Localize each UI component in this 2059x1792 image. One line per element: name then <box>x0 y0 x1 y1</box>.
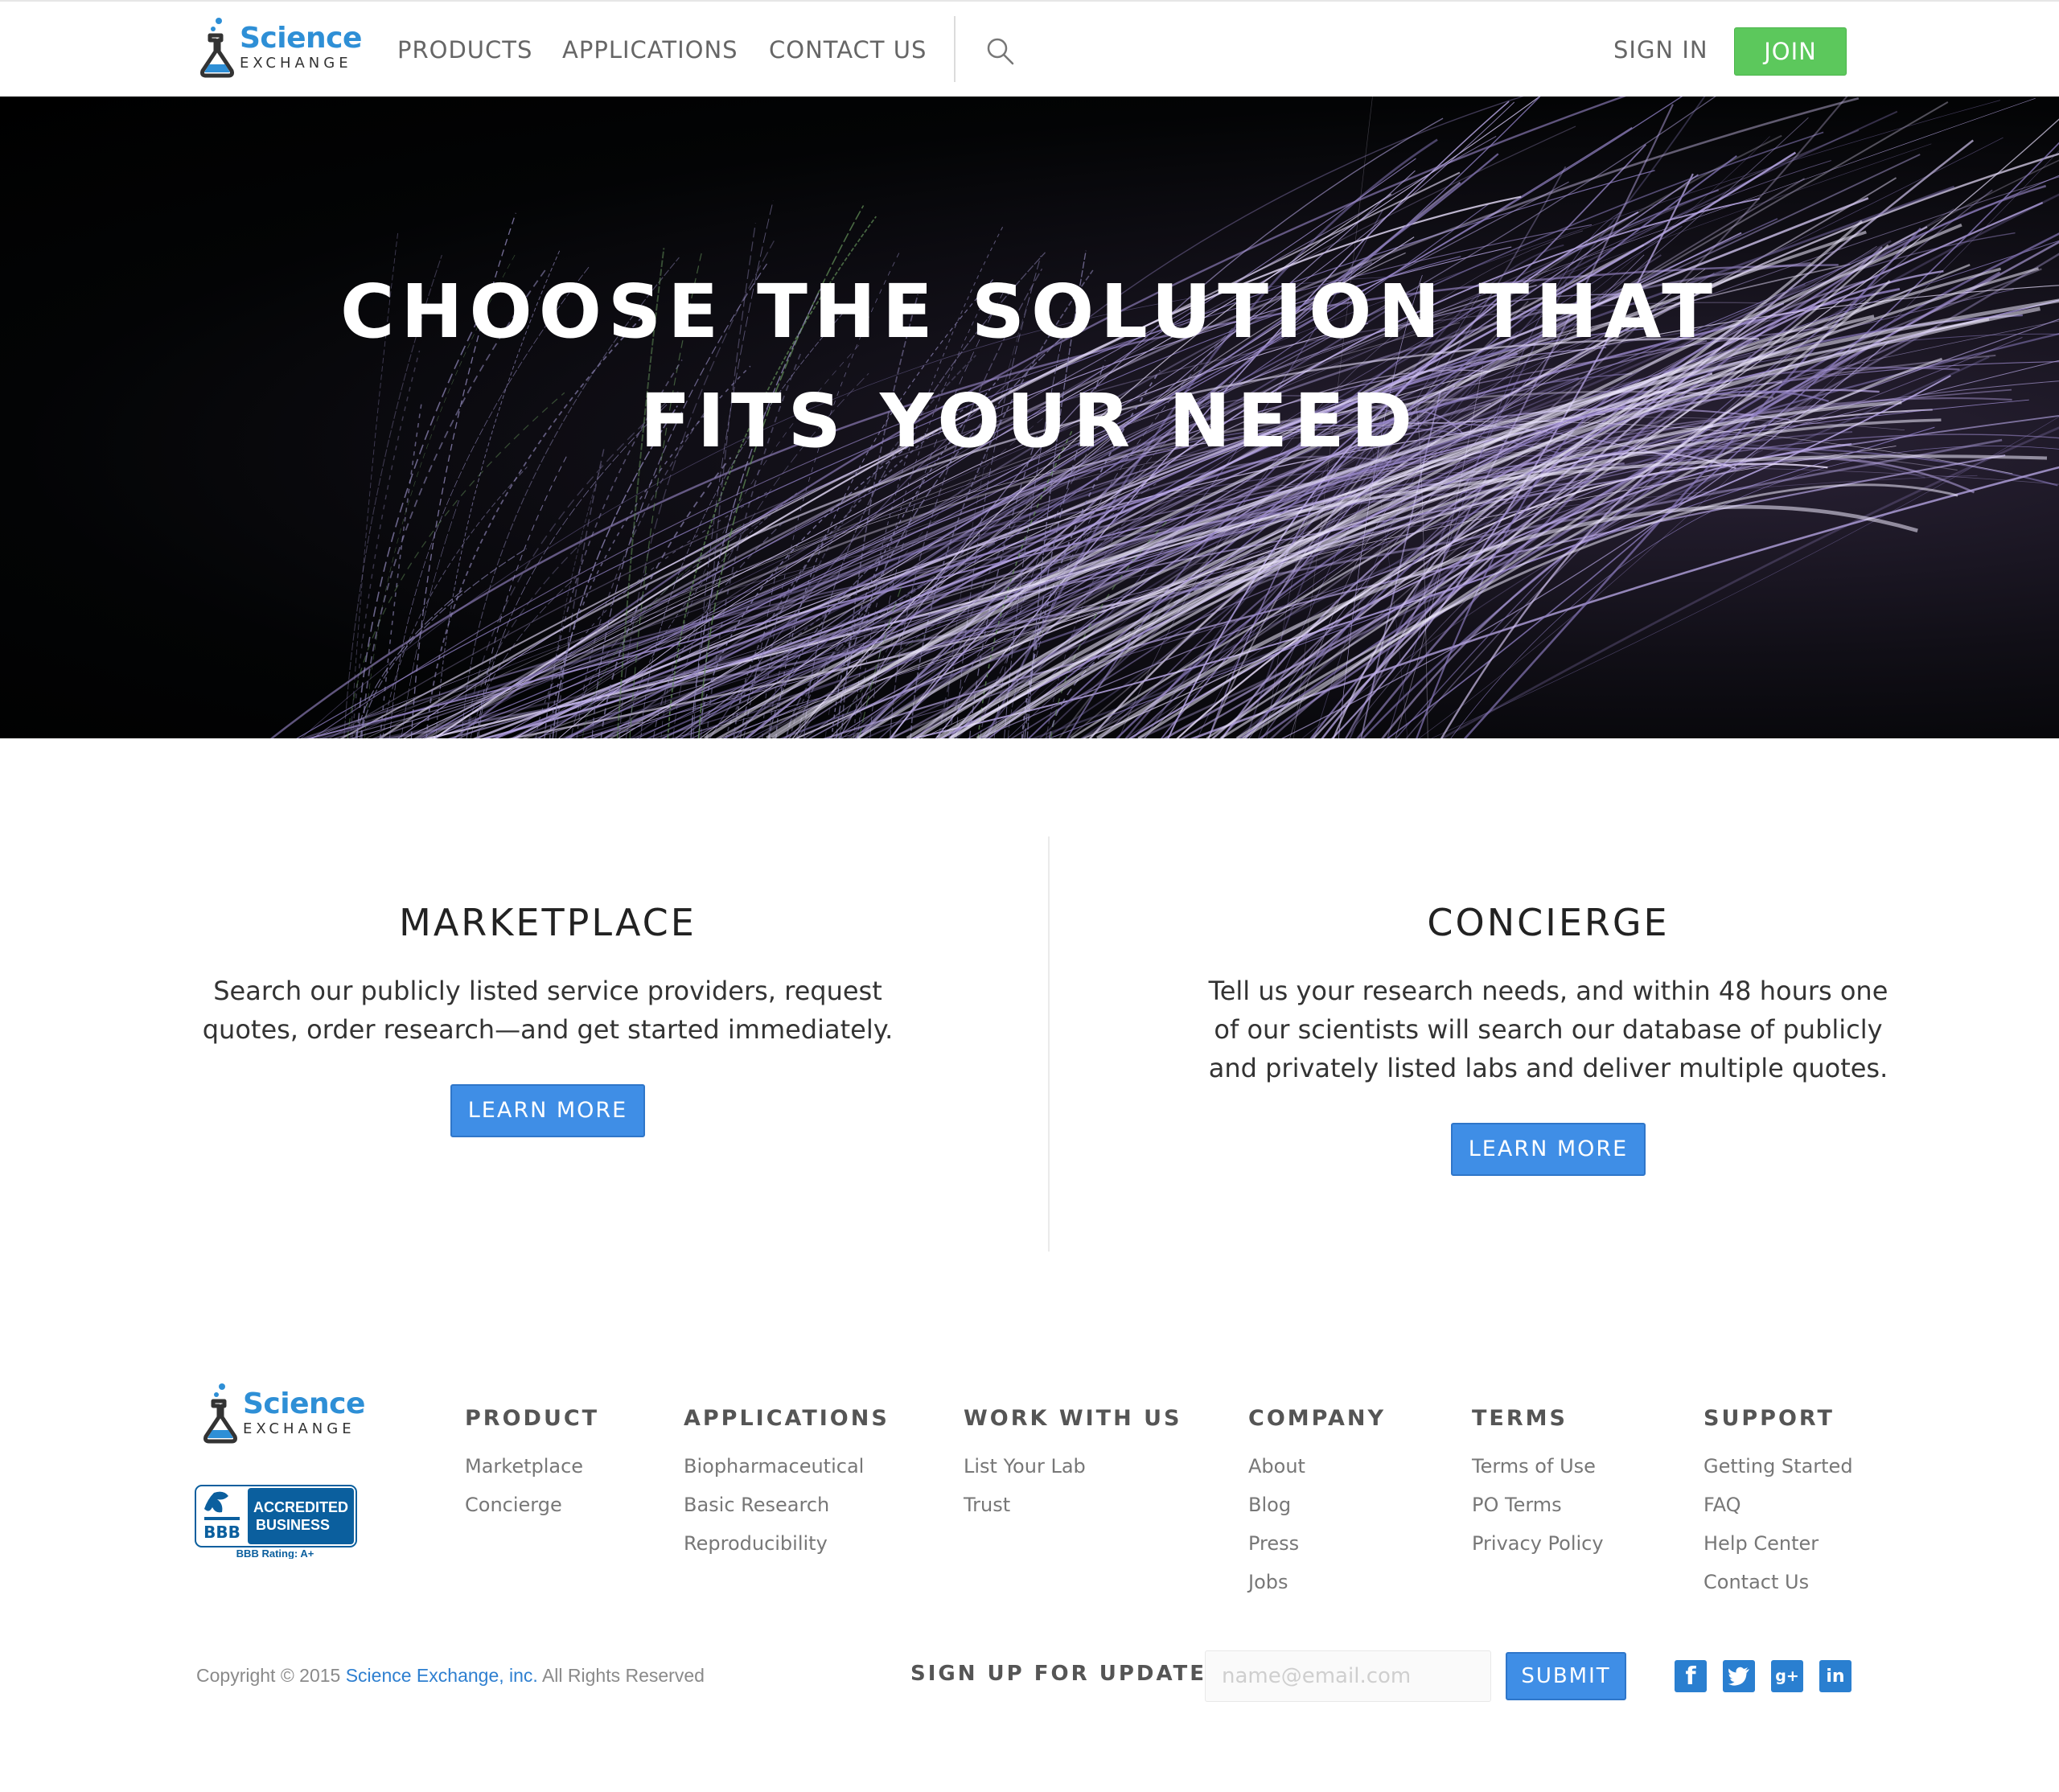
footer-column-support: SUPPORT Getting Started FAQ Help Center … <box>1704 1406 1853 1601</box>
marketplace-title: MARKETPLACE <box>399 901 697 944</box>
marketplace-section: MARKETPLACE Search our publicly listed s… <box>193 901 902 1137</box>
hero-title-line-2: FITS YOUR NEED <box>639 378 1420 464</box>
marketplace-learn-more-button[interactable]: LEARN MORE <box>450 1084 645 1137</box>
footer-link-press[interactable]: Press <box>1248 1524 1386 1563</box>
signup-label: SIGN UP FOR UPDATES <box>910 1662 1224 1686</box>
bbb-mark: BBB <box>203 1523 240 1542</box>
footer-link-terms-of-use[interactable]: Terms of Use <box>1472 1447 1604 1486</box>
footer-link-list-your-lab[interactable]: List Your Lab <box>964 1447 1182 1486</box>
logo-wordmark-exchange: EXCHANGE <box>240 55 352 72</box>
footer-link-biopharmaceutical[interactable]: Biopharmaceutical <box>684 1447 890 1486</box>
copyright-prefix: Copyright © 2015 <box>196 1665 341 1686</box>
concierge-section: CONCIERGE Tell us your research needs, a… <box>1194 901 1903 1176</box>
copyright-suffix: All Rights Reserved <box>541 1665 705 1686</box>
sign-in-link[interactable]: SIGN IN <box>1613 2 1708 98</box>
footer-column-company: COMPANY About Blog Press Jobs <box>1248 1406 1386 1601</box>
logo-wordmark-science: Science <box>243 1387 365 1420</box>
footer-heading-company: COMPANY <box>1248 1406 1386 1431</box>
footer-link-marketplace[interactable]: Marketplace <box>465 1447 599 1486</box>
footer-link-contact-us[interactable]: Contact Us <box>1704 1563 1853 1601</box>
footer-link-getting-started[interactable]: Getting Started <box>1704 1447 1853 1486</box>
hero-title: CHOOSE THE SOLUTION THAT FITS YOUR NEED <box>0 257 2059 476</box>
footer-heading-work-with-us: WORK WITH US <box>964 1406 1182 1431</box>
footer-link-basic-research[interactable]: Basic Research <box>684 1486 890 1524</box>
footer-column-work-with-us: WORK WITH US List Your Lab Trust <box>964 1406 1182 1524</box>
twitter-icon[interactable] <box>1723 1660 1755 1692</box>
footer-link-help-center[interactable]: Help Center <box>1704 1524 1853 1563</box>
nav-applications[interactable]: APPLICATIONS <box>562 36 738 64</box>
footer-heading-terms: TERMS <box>1472 1406 1568 1431</box>
newsletter-submit-button[interactable]: SUBMIT <box>1506 1652 1626 1700</box>
footer-column-product: PRODUCT Marketplace Concierge <box>465 1406 599 1524</box>
hero-title-line-1: CHOOSE THE SOLUTION THAT <box>340 269 1719 355</box>
concierge-title: CONCIERGE <box>1427 901 1670 944</box>
flask-icon <box>199 16 235 79</box>
flask-icon <box>203 1382 238 1445</box>
footer-link-po-terms[interactable]: PO Terms <box>1472 1486 1604 1524</box>
bbb-accredited-badge[interactable]: BBB ACCREDITED BUSINESS BBB Rating: A+ <box>195 1485 357 1560</box>
footer-link-privacy-policy[interactable]: Privacy Policy <box>1472 1524 1604 1563</box>
linkedin-icon[interactable]: in <box>1819 1660 1851 1692</box>
footer-column-applications: APPLICATIONS Biopharmaceutical Basic Res… <box>684 1406 890 1563</box>
footer-link-about[interactable]: About <box>1248 1447 1386 1486</box>
top-navigation-bar: Science EXCHANGE PRODUCTS APPLICATIONS C… <box>0 0 2059 97</box>
join-button[interactable]: JOIN <box>1734 27 1847 76</box>
footer-link-jobs[interactable]: Jobs <box>1248 1563 1386 1601</box>
footer-heading-product: PRODUCT <box>465 1406 600 1431</box>
nav-divider <box>954 16 956 82</box>
nav-products[interactable]: PRODUCTS <box>397 36 532 64</box>
logo-wordmark-exchange: EXCHANGE <box>243 1420 355 1437</box>
search-icon[interactable] <box>986 37 1015 66</box>
concierge-learn-more-button[interactable]: LEARN MORE <box>1451 1123 1646 1176</box>
bbb-line-2: BUSINESS <box>256 1517 330 1533</box>
footer-link-concierge[interactable]: Concierge <box>465 1486 599 1524</box>
section-divider <box>1048 836 1050 1252</box>
footer-link-trust[interactable]: Trust <box>964 1486 1182 1524</box>
copyright-text: Copyright © 2015 Science Exchange, inc. … <box>196 1665 705 1687</box>
bbb-line-1: ACCREDITED <box>253 1499 348 1515</box>
hero-banner: CHOOSE THE SOLUTION THAT FITS YOUR NEED <box>0 97 2059 738</box>
science-exchange-logo[interactable]: Science EXCHANGE <box>199 16 362 79</box>
footer-link-blog[interactable]: Blog <box>1248 1486 1386 1524</box>
nav-contact-us[interactable]: CONTACT US <box>769 36 927 64</box>
newsletter-email-input[interactable] <box>1205 1650 1491 1702</box>
bbb-rating: BBB Rating: A+ <box>236 1547 314 1559</box>
footer-column-terms: TERMS Terms of Use PO Terms Privacy Poli… <box>1472 1406 1604 1563</box>
google-plus-icon[interactable]: g+ <box>1771 1660 1803 1692</box>
footer-logo[interactable]: Science EXCHANGE <box>203 1382 365 1445</box>
marketplace-description: Search our publicly listed service provi… <box>202 976 894 1045</box>
facebook-icon[interactable]: f <box>1675 1660 1707 1692</box>
footer-heading-support: SUPPORT <box>1704 1406 1835 1431</box>
footer-heading-applications: APPLICATIONS <box>684 1406 890 1431</box>
logo-wordmark-science: Science <box>240 22 362 55</box>
footer-link-faq[interactable]: FAQ <box>1704 1486 1853 1524</box>
footer-link-reproducibility[interactable]: Reproducibility <box>684 1524 890 1563</box>
copyright-company-link[interactable]: Science Exchange, inc. <box>346 1665 538 1686</box>
concierge-description: Tell us your research needs, and within … <box>1208 976 1888 1083</box>
